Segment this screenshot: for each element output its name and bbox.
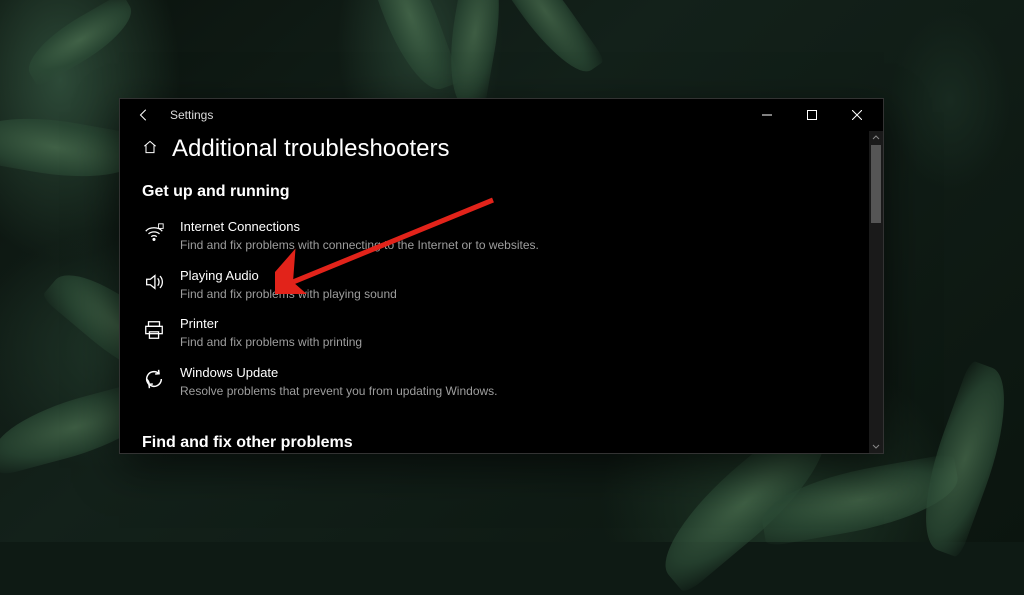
troubleshooter-playing-audio[interactable]: Playing Audio Find and fix problems with… (142, 264, 562, 313)
item-title: Playing Audio (180, 268, 397, 285)
scrollbar[interactable] (869, 131, 883, 453)
section-title-other: Find and fix other problems (142, 434, 861, 452)
item-desc: Resolve problems that prevent you from u… (180, 383, 498, 400)
item-title: Printer (180, 316, 362, 333)
scroll-up-button[interactable] (869, 131, 883, 145)
update-icon (142, 367, 166, 391)
scroll-thumb[interactable] (871, 145, 881, 223)
item-title: Internet Connections (180, 219, 539, 236)
troubleshooter-internet-connections[interactable]: Internet Connections Find and fix proble… (142, 215, 562, 264)
speaker-icon (142, 270, 166, 294)
maximize-button[interactable] (789, 100, 834, 130)
settings-window: Settings Additional troubleshooters (119, 98, 884, 454)
app-title: Settings (170, 108, 213, 122)
item-desc: Find and fix problems with printing (180, 334, 362, 351)
content-area: Additional troubleshooters Get up and ru… (120, 131, 883, 453)
item-desc: Find and fix problems with connecting to… (180, 237, 539, 254)
section-title-getup: Get up and running (142, 183, 861, 201)
troubleshooter-windows-update[interactable]: Windows Update Resolve problems that pre… (142, 361, 562, 410)
item-title: Windows Update (180, 365, 498, 382)
scroll-down-button[interactable] (869, 439, 883, 453)
window-controls (744, 100, 879, 130)
titlebar: Settings (120, 99, 883, 131)
troubleshooter-printer[interactable]: Printer Find and fix problems with print… (142, 312, 562, 361)
home-icon[interactable] (142, 139, 158, 160)
item-desc: Find and fix problems with playing sound (180, 286, 397, 303)
minimize-button[interactable] (744, 100, 789, 130)
close-button[interactable] (834, 100, 879, 130)
printer-icon (142, 318, 166, 342)
back-button[interactable] (134, 105, 154, 125)
page-title: Additional troubleshooters (172, 135, 450, 163)
wifi-icon (142, 221, 166, 245)
